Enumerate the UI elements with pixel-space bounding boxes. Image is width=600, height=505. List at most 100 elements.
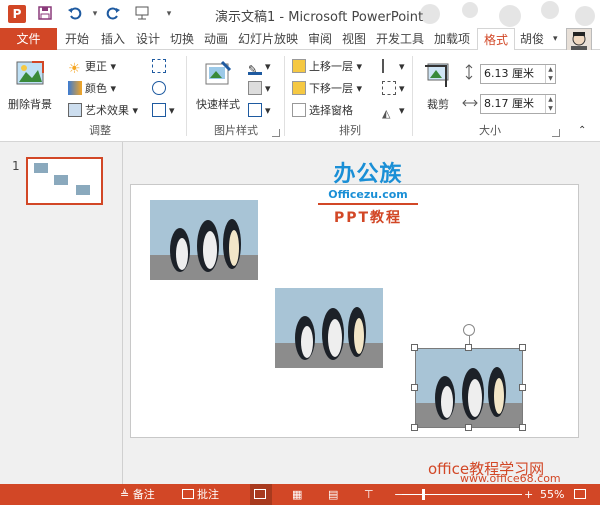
align-icon bbox=[382, 59, 396, 73]
artistic-effects-button[interactable]: 艺术效果 ▾ bbox=[68, 102, 138, 120]
tab-transitions[interactable]: 切换 bbox=[167, 28, 197, 50]
send-backward-icon bbox=[292, 81, 306, 95]
picture-effects-button[interactable]: ▾ bbox=[248, 80, 271, 98]
tab-slideshow[interactable]: 幻灯片放映 bbox=[236, 28, 300, 50]
group-label-size: 大小 bbox=[479, 124, 501, 137]
penguin-picture-2[interactable] bbox=[275, 288, 383, 368]
resize-handle-w[interactable] bbox=[411, 384, 418, 391]
slide-sorter-button[interactable]: ▦ bbox=[292, 484, 302, 505]
present-icon[interactable] bbox=[134, 5, 152, 23]
tab-insert[interactable]: 插入 bbox=[98, 28, 128, 50]
tab-animations[interactable]: 动画 bbox=[201, 28, 231, 50]
resize-handle-e[interactable] bbox=[519, 384, 526, 391]
selection-pane-icon bbox=[292, 103, 306, 117]
picture-border-icon: ✎ bbox=[248, 61, 262, 76]
zoom-slider-thumb[interactable] bbox=[422, 489, 425, 500]
normal-view-button[interactable] bbox=[250, 484, 272, 505]
tab-design[interactable]: 设计 bbox=[133, 28, 163, 50]
slide-thumbnail-pane: 1 bbox=[0, 142, 123, 484]
width-spinner[interactable]: ▲ ▼ bbox=[545, 95, 555, 113]
undo-dropdown-icon[interactable]: ▾ bbox=[86, 5, 104, 23]
size-launcher-icon[interactable] bbox=[552, 129, 560, 137]
tab-addins[interactable]: 加载项 bbox=[431, 28, 473, 50]
crop-button[interactable]: 裁剪 bbox=[418, 58, 458, 112]
group-button[interactable]: ▾ bbox=[382, 80, 405, 98]
reading-view-button[interactable]: ▤ bbox=[328, 484, 338, 505]
picture-layout-icon bbox=[248, 103, 262, 117]
user-name[interactable]: 胡俊 bbox=[520, 28, 544, 50]
sun-icon: ☀ bbox=[68, 61, 81, 77]
remove-background-icon bbox=[16, 61, 44, 85]
group-separator bbox=[284, 56, 285, 136]
save-icon[interactable] bbox=[36, 5, 54, 23]
title-decoration-icon bbox=[420, 1, 595, 27]
zoom-level[interactable]: 55% bbox=[540, 484, 564, 505]
thumbnail-picture bbox=[76, 185, 90, 195]
width-input[interactable]: 8.17 厘米 ▲ ▼ bbox=[480, 94, 556, 114]
compress-pictures-button[interactable] bbox=[152, 58, 169, 76]
reset-picture-icon bbox=[152, 103, 166, 117]
resize-handle-ne[interactable] bbox=[519, 344, 526, 351]
compress-icon bbox=[152, 59, 166, 73]
height-input[interactable]: 6.13 厘米 ▲ ▼ bbox=[480, 64, 556, 84]
notes-button[interactable]: ≜ 备注 bbox=[120, 484, 155, 505]
picture-styles-launcher-icon[interactable] bbox=[272, 129, 280, 137]
tab-developer[interactable]: 开发工具 bbox=[373, 28, 427, 50]
selection-frame bbox=[415, 348, 523, 428]
crop-icon bbox=[425, 63, 449, 87]
picture-layout-button[interactable]: ▾ bbox=[248, 102, 271, 120]
customize-qat-icon[interactable]: ▾ bbox=[160, 5, 178, 23]
powerpoint-app-icon[interactable]: P bbox=[8, 5, 26, 23]
corrections-button[interactable]: ☀ 更正 ▾ bbox=[68, 58, 116, 77]
group-icon bbox=[382, 81, 396, 95]
group-label-arrange: 排列 bbox=[339, 124, 361, 137]
tab-format[interactable]: 格式 bbox=[477, 28, 515, 51]
rotate-handle-icon[interactable] bbox=[463, 324, 475, 336]
undo-icon[interactable] bbox=[66, 5, 84, 23]
width-icon bbox=[462, 96, 478, 114]
bring-forward-button[interactable]: 上移一层 ▾ bbox=[292, 58, 362, 76]
window-title: 演示文稿1 - Microsoft PowerPoint bbox=[215, 10, 424, 25]
change-picture-button[interactable] bbox=[152, 80, 169, 98]
height-spinner[interactable]: ▲ ▼ bbox=[545, 65, 555, 83]
resize-handle-se[interactable] bbox=[519, 424, 526, 431]
status-bar: ≜ 备注 批注 ▦ ▤ ⊤ − + 55% bbox=[0, 484, 600, 505]
slide-thumbnail[interactable] bbox=[26, 157, 103, 205]
rotate-button[interactable]: ◭ ▾ bbox=[382, 102, 405, 120]
group-separator bbox=[186, 56, 187, 136]
ribbon-tabs: 文件 开始 插入 设计 切换 动画 幻灯片放映 审阅 视图 开发工具 加载项 格… bbox=[0, 28, 600, 51]
color-button[interactable]: 颜色 ▾ bbox=[68, 80, 116, 98]
group-label-adjust: 调整 bbox=[89, 124, 111, 137]
group-separator bbox=[412, 56, 413, 136]
resize-handle-s[interactable] bbox=[465, 424, 472, 431]
user-dropdown-icon[interactable]: ▾ bbox=[553, 28, 558, 50]
align-button[interactable]: ▾ bbox=[382, 58, 405, 76]
selection-pane-button[interactable]: 选择窗格 bbox=[292, 102, 353, 120]
fit-slide-button[interactable] bbox=[574, 484, 589, 505]
normal-view-icon bbox=[253, 489, 266, 499]
reset-picture-button[interactable]: ▾ bbox=[152, 102, 175, 120]
resize-handle-nw[interactable] bbox=[411, 344, 418, 351]
picture-effects-icon bbox=[248, 81, 262, 95]
picture-border-button[interactable]: ✎ ▾ bbox=[248, 58, 271, 76]
ribbon-format: 删除背景 ☀ 更正 ▾ 颜色 ▾ 艺术效果 ▾ ▾ 调整 快速样式 ✎ ▾ ▾ ▾ … bbox=[0, 50, 600, 142]
slide-sorter-icon: ▦ bbox=[292, 488, 303, 501]
tab-home[interactable]: 开始 bbox=[62, 28, 92, 50]
zoom-in-button[interactable]: + bbox=[524, 484, 533, 505]
slideshow-button[interactable]: ⊤ bbox=[364, 484, 374, 505]
site-logo: 办公族 Officezu.com PPT教程 bbox=[318, 156, 418, 228]
send-backward-button[interactable]: 下移一层 ▾ bbox=[292, 80, 362, 98]
zoom-slider-track[interactable] bbox=[402, 494, 522, 495]
title-bar: P ▾ ▾ 演示文稿1 - Microsoft PowerPoint bbox=[0, 0, 600, 28]
resize-handle-sw[interactable] bbox=[411, 424, 418, 431]
tab-file[interactable]: 文件 bbox=[0, 28, 57, 50]
comments-button[interactable]: 批注 bbox=[182, 484, 219, 505]
collapse-ribbon-icon[interactable]: ⌃ bbox=[578, 122, 586, 140]
tab-review[interactable]: 审阅 bbox=[305, 28, 335, 50]
resize-handle-n[interactable] bbox=[465, 344, 472, 351]
tab-view[interactable]: 视图 bbox=[339, 28, 369, 50]
remove-background-button[interactable]: 删除背景 bbox=[4, 58, 56, 112]
redo-icon[interactable] bbox=[104, 5, 122, 23]
quick-styles-button[interactable]: 快速样式 bbox=[192, 58, 244, 112]
penguin-picture-1[interactable] bbox=[150, 200, 258, 280]
